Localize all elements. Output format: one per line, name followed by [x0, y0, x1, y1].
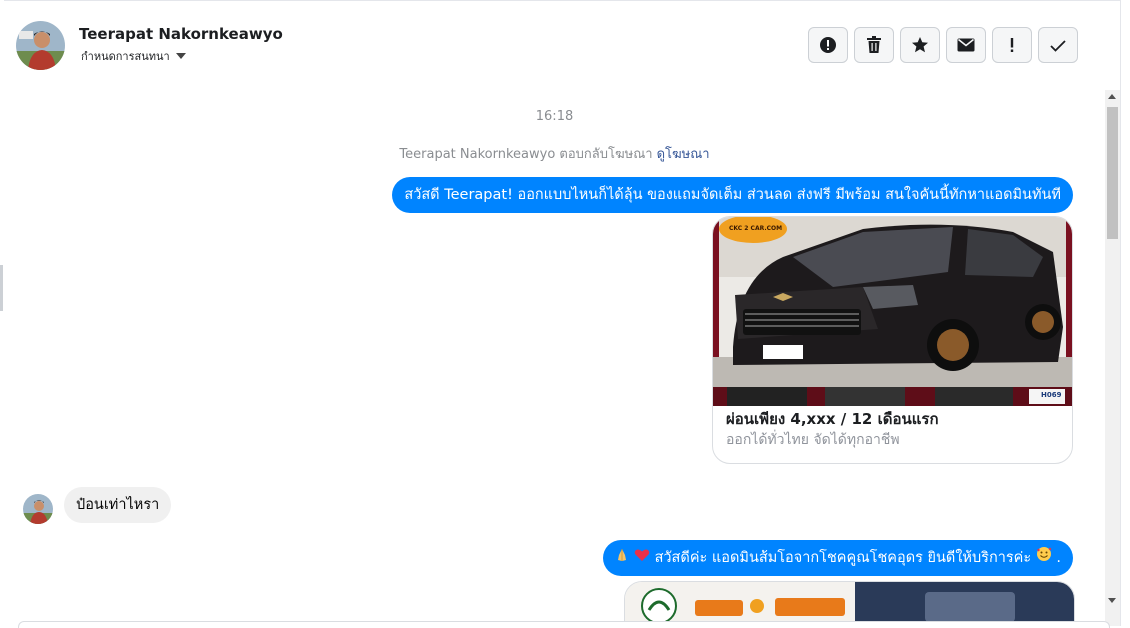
contact-name[interactable]: Teerapat Nakornkeawyo: [79, 25, 283, 43]
conversation-header: Teerapat Nakornkeawyo กำหนดการสนทนา: [4, 0, 1120, 91]
trash-icon: [867, 36, 881, 53]
ad-car-image: CKC 2 CAR.COM H069: [713, 217, 1072, 406]
incoming-message[interactable]: ป๋อนเท่าไหรา: [64, 487, 172, 523]
ad-badge: H069: [1041, 391, 1062, 399]
flag-button[interactable]: [992, 27, 1032, 63]
ad-card-subtitle: ออกได้ทั่วไทย จัดได้ทุกอาชีพ: [726, 432, 900, 448]
sender-avatar: [23, 494, 53, 524]
ad-card-title: ผ่อนเพียง 4,xxx / 12 เดือนแรก: [726, 410, 939, 428]
resize-handle[interactable]: [0, 265, 3, 311]
caret-down-icon: [175, 53, 186, 59]
vertical-scrollbar[interactable]: [1105, 90, 1120, 626]
star-button[interactable]: [900, 27, 940, 63]
smiling-face-with-hearts-icon: [1036, 540, 1052, 576]
ad-card-2[interactable]: [624, 581, 1075, 626]
assign-conversation-label: กำหนดการสนทนา: [81, 50, 170, 63]
ad-reply-text: Teerapat Nakornkeawyo ตอบกลับโฆษณา: [399, 147, 653, 162]
envelope-icon: [957, 38, 975, 52]
right-panel-edge: [1120, 0, 1130, 626]
message-timestamp: 16:18: [535, 109, 574, 124]
outgoing-message-2-text: สวัสดีค่ะ แอดมินส้มโอจากโชคคูณโชคอุดร ยิ…: [654, 550, 1032, 566]
assign-conversation-dropdown[interactable]: กำหนดการสนทนา: [81, 47, 186, 65]
scroll-up-arrow-icon[interactable]: [1108, 94, 1116, 99]
mark-unread-button[interactable]: [946, 27, 986, 63]
message-thread: 16:18 Teerapat Nakornkeawyo ตอบกลับโฆษณา…: [4, 90, 1105, 626]
mark-spam-button[interactable]: [808, 27, 848, 63]
message-composer[interactable]: [18, 621, 1110, 628]
scrollbar-thumb[interactable]: [1107, 107, 1118, 239]
exclamation-icon: [1010, 38, 1014, 52]
check-icon: [1050, 39, 1066, 52]
scroll-down-arrow-icon[interactable]: [1108, 598, 1116, 603]
delete-button[interactable]: [854, 27, 894, 63]
praying-hands-icon: [615, 540, 629, 576]
ad-logo-text: CKC 2 CAR.COM: [729, 225, 783, 232]
star-icon: [912, 37, 928, 53]
outgoing-message[interactable]: สวัสดี Teerapat! ออกแบบไหนก็ได้ลุ้น ของแ…: [392, 177, 1073, 213]
heart-icon: [634, 540, 650, 576]
view-ad-link[interactable]: ดูโฆษณา: [657, 147, 710, 162]
outgoing-message-2[interactable]: สวัสดีค่ะ แอดมินส้มโอจากโชคคูณโชคอุดร ยิ…: [603, 540, 1073, 576]
ad-reply-notice: Teerapat Nakornkeawyo ตอบกลับโฆษณา ดูโฆษณ…: [4, 143, 1105, 164]
ad-card[interactable]: CKC 2 CAR.COM H069 ผ่อนเพียง 4,xxx / 12 …: [712, 216, 1073, 464]
alert-circle-icon: [820, 37, 836, 53]
mark-done-button[interactable]: [1038, 27, 1078, 63]
contact-avatar[interactable]: [16, 21, 65, 70]
conversation-toolbar: [808, 27, 1078, 63]
outgoing-message-2-suffix: .: [1056, 550, 1061, 566]
